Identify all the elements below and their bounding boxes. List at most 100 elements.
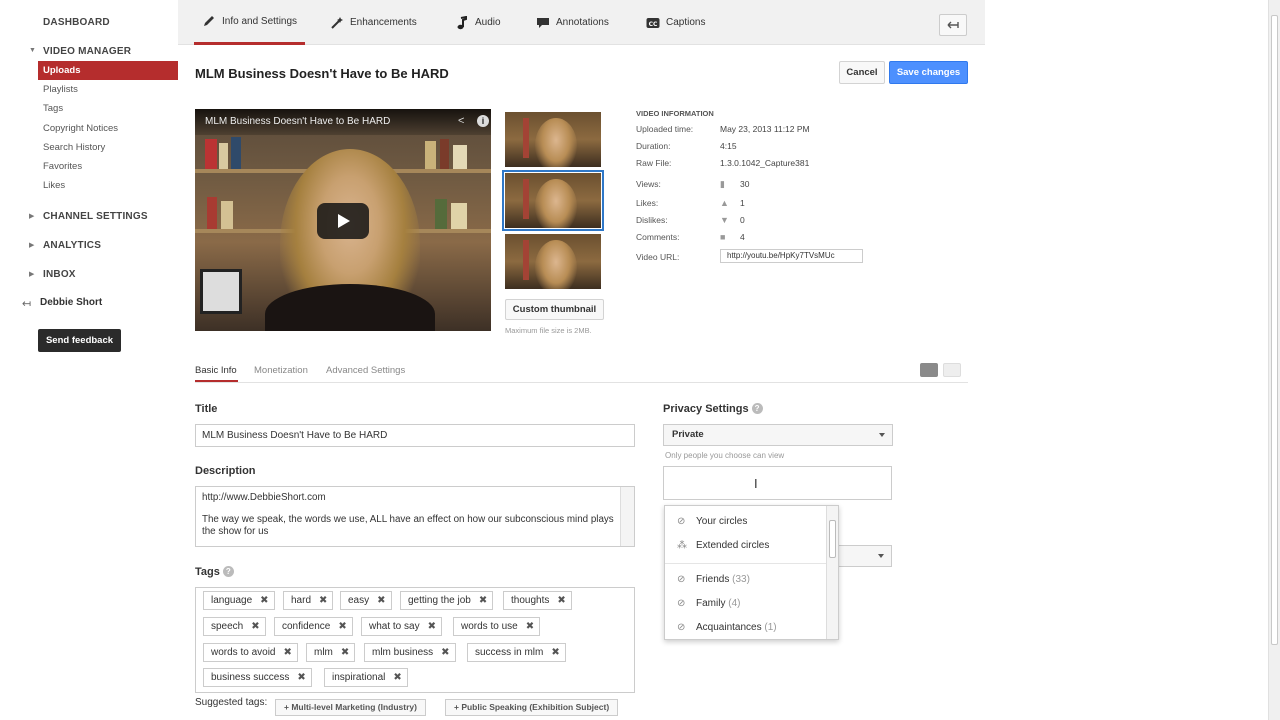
description-textarea[interactable]: http://www.DebbieShort.com The way we sp… [195, 486, 635, 547]
remove-tag-icon[interactable]: ✖ [393, 669, 401, 686]
tab-annotations[interactable]: Annotations [536, 0, 609, 45]
tag-chip[interactable]: business success ✖ [203, 668, 312, 687]
user-name[interactable]: Debbie Short [40, 297, 102, 308]
dropdown-item-your-circles[interactable]: ⊘ Your circles [677, 516, 747, 527]
lock-icon[interactable] [920, 363, 938, 377]
remove-tag-icon[interactable]: ✖ [526, 618, 534, 635]
raw-file-label: Raw File: [636, 158, 672, 168]
dropdown-item-friends[interactable]: ⊘ Friends (33) [677, 574, 750, 585]
tag-chip[interactable]: thoughts ✖ [503, 591, 572, 610]
remove-tag-icon[interactable]: ✖ [377, 592, 385, 609]
globe-icon[interactable] [943, 363, 961, 377]
cancel-button[interactable]: Cancel [839, 61, 885, 84]
tab-enhancements[interactable]: Enhancements [330, 0, 417, 45]
collapsed-arrow-icon[interactable]: ▶ [29, 270, 34, 278]
sidebar-item-uploads[interactable]: Uploads [38, 61, 178, 80]
tab-advanced-settings[interactable]: Advanced Settings [326, 365, 405, 376]
text-cursor-icon: I [754, 476, 758, 491]
thumbnail-option-3[interactable] [505, 234, 601, 289]
thumbnail-option-1[interactable] [505, 112, 601, 167]
suggested-tag-button[interactable]: + Multi-level Marketing (Industry) [275, 699, 426, 716]
scrollbar-thumb[interactable] [1271, 15, 1278, 645]
tab-audio[interactable]: Audio [455, 0, 501, 45]
nav-channel-settings[interactable]: CHANNEL SETTINGS [43, 211, 148, 222]
play-button[interactable] [317, 203, 369, 239]
back-arrow-icon[interactable]: ↤ [22, 297, 31, 310]
tag-chip[interactable]: inspirational ✖ [324, 668, 408, 687]
dropdown-caret-icon [879, 433, 885, 437]
tag-chip[interactable]: what to say ✖ [361, 617, 442, 636]
nav-inbox[interactable]: INBOX [43, 269, 76, 280]
info-icon[interactable]: i [477, 115, 489, 127]
circles-dropdown[interactable]: ⊘ Your circles ⁂ Extended circles ⊘ Friends… [664, 505, 839, 640]
tag-chip[interactable]: getting the job ✖ [400, 591, 494, 610]
send-feedback-button[interactable]: Send feedback [38, 329, 121, 352]
thumbnail-option-2[interactable] [502, 170, 604, 231]
dropdown-item-family[interactable]: ⊘ Family (4) [677, 598, 740, 609]
share-with-input[interactable] [663, 466, 892, 500]
tag-chip[interactable]: hard ✖ [283, 591, 334, 610]
bar-chart-icon: ▮ [720, 179, 725, 189]
tag-chip[interactable]: language ✖ [203, 591, 275, 610]
suggested-tag-button[interactable]: + Public Speaking (Exhibition Subject) [445, 699, 619, 716]
nav-dashboard[interactable]: DASHBOARD [43, 17, 110, 28]
dropdown-item-acquaintances[interactable]: ⊘ Acquaintances (1) [677, 622, 777, 633]
remove-tag-icon[interactable]: ✖ [260, 592, 268, 609]
remove-tag-icon[interactable]: ✖ [551, 644, 559, 661]
category-select[interactable] [838, 545, 892, 567]
sidebar-item-copyright[interactable]: Copyright Notices [38, 119, 178, 138]
tag-chip[interactable]: words to avoid ✖ [203, 643, 298, 662]
collapsed-arrow-icon[interactable]: ▶ [29, 212, 34, 220]
video-player[interactable]: MLM Business Doesn't Have to Be HARD < i [195, 109, 491, 331]
title-input[interactable] [195, 424, 635, 447]
save-changes-button[interactable]: Save changes [889, 61, 968, 84]
video-url-field[interactable]: http://youtu.be/HpKy7TVsMUc [720, 249, 863, 263]
tag-chip[interactable]: confidence ✖ [274, 617, 353, 636]
comments-value: 4 [740, 232, 745, 242]
tab-info-and-settings[interactable]: Info and Settings [194, 0, 306, 45]
custom-thumbnail-button[interactable]: Custom thumbnail [505, 299, 604, 320]
expand-arrow-icon[interactable]: ▼ [29, 47, 36, 54]
remove-tag-icon[interactable]: ✖ [341, 644, 349, 661]
remove-tag-icon[interactable]: ✖ [319, 592, 327, 609]
tag-chip[interactable]: mlm business ✖ [364, 643, 456, 662]
tag-chip[interactable]: success in mlm ✖ [467, 643, 566, 662]
remove-tag-icon[interactable]: ✖ [441, 644, 449, 661]
tag-chip[interactable]: mlm ✖ [306, 643, 356, 662]
tag-chip[interactable]: speech ✖ [203, 617, 266, 636]
share-icon[interactable]: < [458, 115, 464, 127]
player-title[interactable]: MLM Business Doesn't Have to Be HARD [205, 116, 390, 127]
tag-chip[interactable]: easy ✖ [340, 591, 392, 610]
sidebar-item-search-history[interactable]: Search History [38, 138, 178, 157]
description-scrollbar[interactable] [620, 487, 634, 546]
suggested-tags-label: Suggested tags: [195, 697, 268, 708]
remove-tag-icon[interactable]: ✖ [557, 592, 565, 609]
remove-tag-icon[interactable]: ✖ [251, 618, 259, 635]
help-icon[interactable]: ? [751, 403, 763, 414]
sidebar-item-favorites[interactable]: Favorites [38, 157, 178, 176]
remove-tag-icon[interactable]: ✖ [283, 644, 291, 661]
return-button[interactable] [939, 14, 967, 36]
collapsed-arrow-icon[interactable]: ▶ [29, 241, 34, 249]
remove-tag-icon[interactable]: ✖ [297, 669, 305, 686]
page-title: MLM Business Doesn't Have to Be HARD [195, 66, 449, 81]
dropdown-item-extended-circles[interactable]: ⁂ Extended circles [677, 540, 769, 551]
privacy-select[interactable]: Private [663, 424, 893, 446]
tab-basic-info[interactable]: Basic Info [195, 365, 237, 376]
remove-tag-icon[interactable]: ✖ [338, 618, 346, 635]
tab-monetization[interactable]: Monetization [254, 365, 308, 376]
nav-analytics[interactable]: ANALYTICS [43, 240, 101, 251]
sidebar-item-playlists[interactable]: Playlists [38, 80, 178, 99]
dropdown-scrollbar[interactable] [826, 506, 838, 639]
sidebar-item-likes[interactable]: Likes [38, 176, 178, 195]
page-scrollbar[interactable] [1268, 0, 1280, 720]
circle-icon: ⊘ [677, 574, 686, 585]
tag-chip[interactable]: words to use ✖ [453, 617, 541, 636]
sidebar-item-tags[interactable]: Tags [38, 99, 178, 118]
remove-tag-icon[interactable]: ✖ [479, 592, 487, 609]
scrollbar-thumb[interactable] [829, 520, 836, 558]
remove-tag-icon[interactable]: ✖ [428, 618, 436, 635]
tab-captions[interactable]: CC Captions [646, 0, 705, 45]
nav-video-manager[interactable]: VIDEO MANAGER [43, 46, 131, 57]
help-icon[interactable]: ? [222, 566, 234, 577]
